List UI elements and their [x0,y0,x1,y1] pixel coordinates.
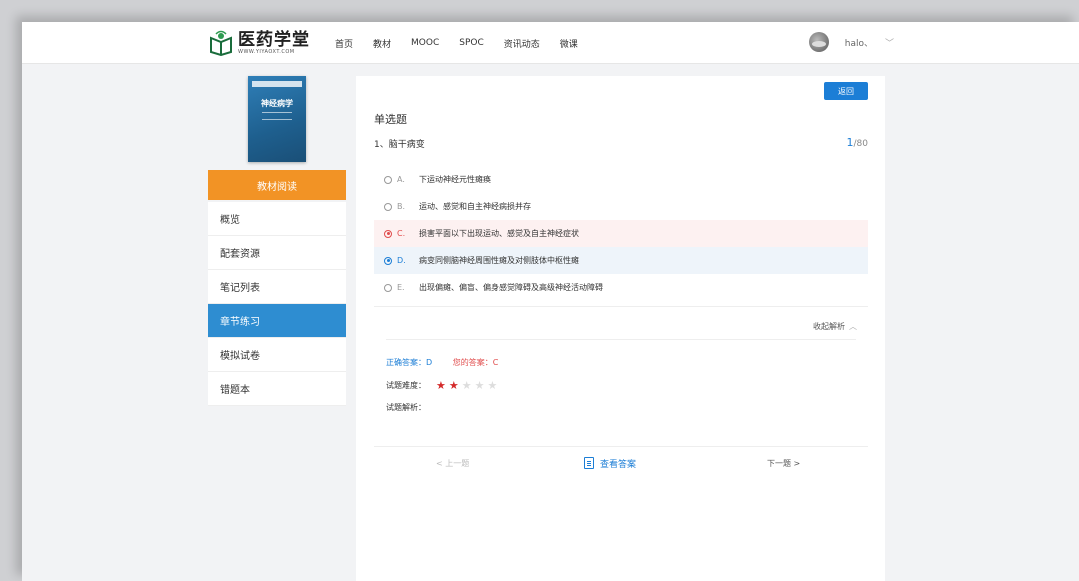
user-name[interactable]: halo、 [845,36,873,49]
view-answer-button[interactable]: 查看答案 [584,457,636,470]
read-textbook-button[interactable]: 教材阅读 [208,170,346,200]
sidebar-item-resources[interactable]: 配套资源 [208,236,346,270]
option-letter: C. [397,229,406,238]
option-b[interactable]: B. 运动、感觉和自主神经病损并存 [374,193,868,220]
collapse-label[interactable]: 收起解析 [813,322,845,331]
difficulty-row: 试题难度： ★ ★ ★ ★ ★ [386,379,500,392]
user-menu[interactable]: halo、 ﹀ [808,32,894,52]
nav-mooc[interactable]: MOOC [411,38,439,48]
star-empty-icon: ★ [461,379,472,392]
option-d[interactable]: D. 病变同侧脑神经周围性瘫及对侧肢体中枢性瘫 [374,247,868,274]
your-answer: 您的答案：C [452,358,499,367]
nav-microclass[interactable]: 微课 [560,37,578,50]
logo-url: WWW.YIYAOXT.COM [238,49,295,55]
star-filled-icon: ★ [436,379,446,392]
document-icon [584,457,594,469]
option-text: 病变同侧脑神经周围性瘫及对侧肢体中枢性瘫 [419,256,579,265]
prev-question-button[interactable]: < 上一题 [436,458,469,469]
radio-selected-icon[interactable] [384,229,392,238]
nav-spoc[interactable]: SPOC [459,38,484,48]
back-button[interactable]: 返回 [824,82,868,100]
cover-decoration [262,112,292,120]
question-stem: 1、脑干病变 [374,140,425,150]
difficulty-stars: ★ ★ ★ ★ ★ [436,379,500,392]
option-text: 下运动神经元性瘫痪 [419,175,491,184]
analysis-label: 试题解析： [386,403,426,412]
avatar[interactable] [808,32,829,52]
sidebar-item-wrong-questions[interactable]: 错题本 [208,372,346,406]
option-a[interactable]: A. 下运动神经元性瘫痪 [374,166,868,193]
option-letter: E. [397,283,405,292]
radio-icon[interactable] [384,202,392,211]
option-text: 出现偏瘫、偏盲、偏身感觉障碍及高级神经活动障碍 [419,283,603,292]
radio-icon[interactable] [384,175,392,184]
current-question-number: 1 [846,136,854,149]
book-cover[interactable]: 神经病学 [248,76,306,162]
option-text: 损害平面以下出现运动、感觉及自主神经症状 [419,229,579,238]
option-letter: D. [397,256,406,265]
collapse-analysis-toggle[interactable]: 收起解析 ︿ [813,321,857,332]
top-navigation-bar: 医药学堂 WWW.YIYAOXT.COM 首页 教材 MOOC SPOC 资讯动… [22,22,1079,64]
answer-summary: 正确答案：D 您的答案：C [386,357,498,368]
option-text: 运动、感觉和自主神经病损并存 [419,202,531,211]
main-nav: 首页 教材 MOOC SPOC 资讯动态 微课 [335,22,598,64]
nav-textbook[interactable]: 教材 [373,37,391,50]
sidebar-item-overview[interactable]: 概览 [208,202,346,236]
sidebar-item-chapter-practice[interactable]: 章节练习 [208,304,346,338]
star-filled-icon: ★ [448,379,459,392]
radio-correct-icon[interactable] [384,256,392,265]
logo-text: 医药学堂 [238,30,310,50]
option-letter: A. [397,175,405,184]
next-question-button[interactable]: 下一题 > [767,458,800,469]
chevron-down-icon[interactable]: ﹀ [885,36,894,49]
view-answer-label[interactable]: 查看答案 [600,457,636,470]
chevron-up-icon[interactable]: ︿ [849,322,857,331]
star-empty-icon: ★ [487,379,498,392]
difficulty-label: 试题难度： [386,381,426,390]
correct-answer: 正确答案：D [386,358,433,367]
option-c[interactable]: C. 损害平面以下出现运动、感觉及自主神经症状 [374,220,868,247]
browser-viewport: 医药学堂 WWW.YIYAOXT.COM 首页 教材 MOOC SPOC 资讯动… [22,22,1079,581]
sidebar-menu: 概览 配套资源 笔记列表 章节练习 模拟试卷 错题本 [208,202,346,406]
options-list: A. 下运动神经元性瘫痪 B. 运动、感觉和自主神经病损并存 C. 损害平面以下… [374,166,868,301]
nav-home[interactable]: 首页 [335,37,353,50]
option-letter: B. [397,202,406,211]
question-panel: 返回 单选题 1、脑干病变 1/80 A. 下运动神经元性瘫痪 B. 运动、感觉… [356,76,885,581]
nav-news[interactable]: 资讯动态 [504,37,540,50]
divider [374,306,868,307]
site-logo[interactable]: 医药学堂 WWW.YIYAOXT.COM [208,26,318,60]
cover-header-strip [252,81,302,87]
radio-icon[interactable] [384,283,392,292]
sidebar: 神经病学 教材阅读 概览 配套资源 笔记列表 章节练习 模拟试卷 错题本 [208,76,346,406]
divider [386,339,856,340]
question-counter: 1/80 [847,136,868,149]
total-questions: /80 [853,139,868,149]
sidebar-item-notes[interactable]: 笔记列表 [208,270,346,304]
question-type: 单选题 [374,113,407,126]
logo-book-icon [210,30,232,56]
book-cover-title: 神经病学 [261,98,293,108]
question-footer-nav: < 上一题 查看答案 下一题 > [374,446,868,480]
star-empty-icon: ★ [474,379,485,392]
sidebar-item-mock-exam[interactable]: 模拟试卷 [208,338,346,372]
option-e[interactable]: E. 出现偏瘫、偏盲、偏身感觉障碍及高级神经活动障碍 [374,274,868,301]
